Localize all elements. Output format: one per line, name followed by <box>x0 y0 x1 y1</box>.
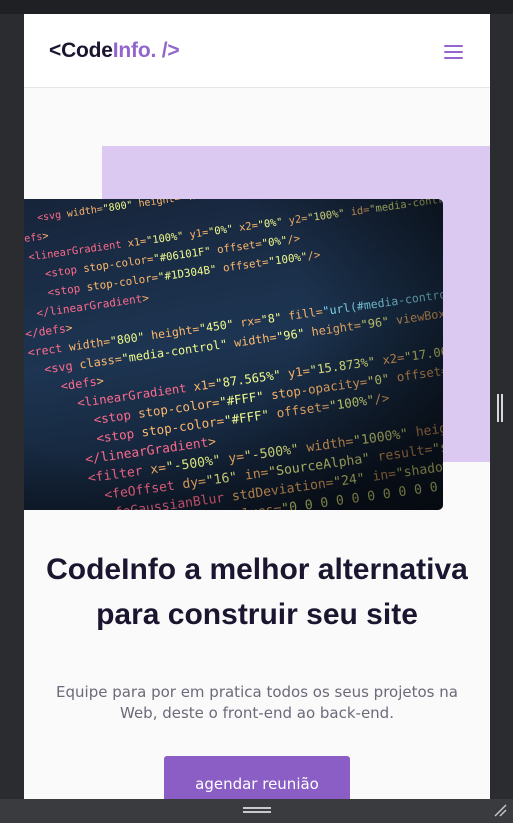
page-preview: <CodeInfo. /> <svg width="800" height="4… <box>24 14 490 799</box>
horizontal-drag-grip-icon[interactable] <box>243 805 271 815</box>
photo-vignette <box>24 199 443 510</box>
vertical-resize-handle-icon[interactable] <box>497 394 503 422</box>
hero-subtitle: Equipe para por em pratica todos os seus… <box>56 683 458 722</box>
code-editor-photo: <svg width="800" height="450" viewBox="0… <box>24 199 443 510</box>
site-header: <CodeInfo. /> <box>24 14 490 88</box>
window-top-bar <box>0 0 513 14</box>
hamburger-menu-icon[interactable] <box>442 42 464 60</box>
site-logo[interactable]: <CodeInfo. /> <box>49 39 180 63</box>
code-editor-illustration: <svg width="800" height="450" viewBox="0… <box>24 199 443 510</box>
logo-accent: Info. /> <box>112 39 180 62</box>
corner-resize-icon[interactable] <box>493 803 507 817</box>
logo-prefix: <Code <box>49 39 113 62</box>
schedule-meeting-button[interactable]: agendar reunião <box>164 756 350 799</box>
hero-title: CodeInfo a melhor alternativa para const… <box>46 553 468 631</box>
left-gutter <box>0 14 24 799</box>
